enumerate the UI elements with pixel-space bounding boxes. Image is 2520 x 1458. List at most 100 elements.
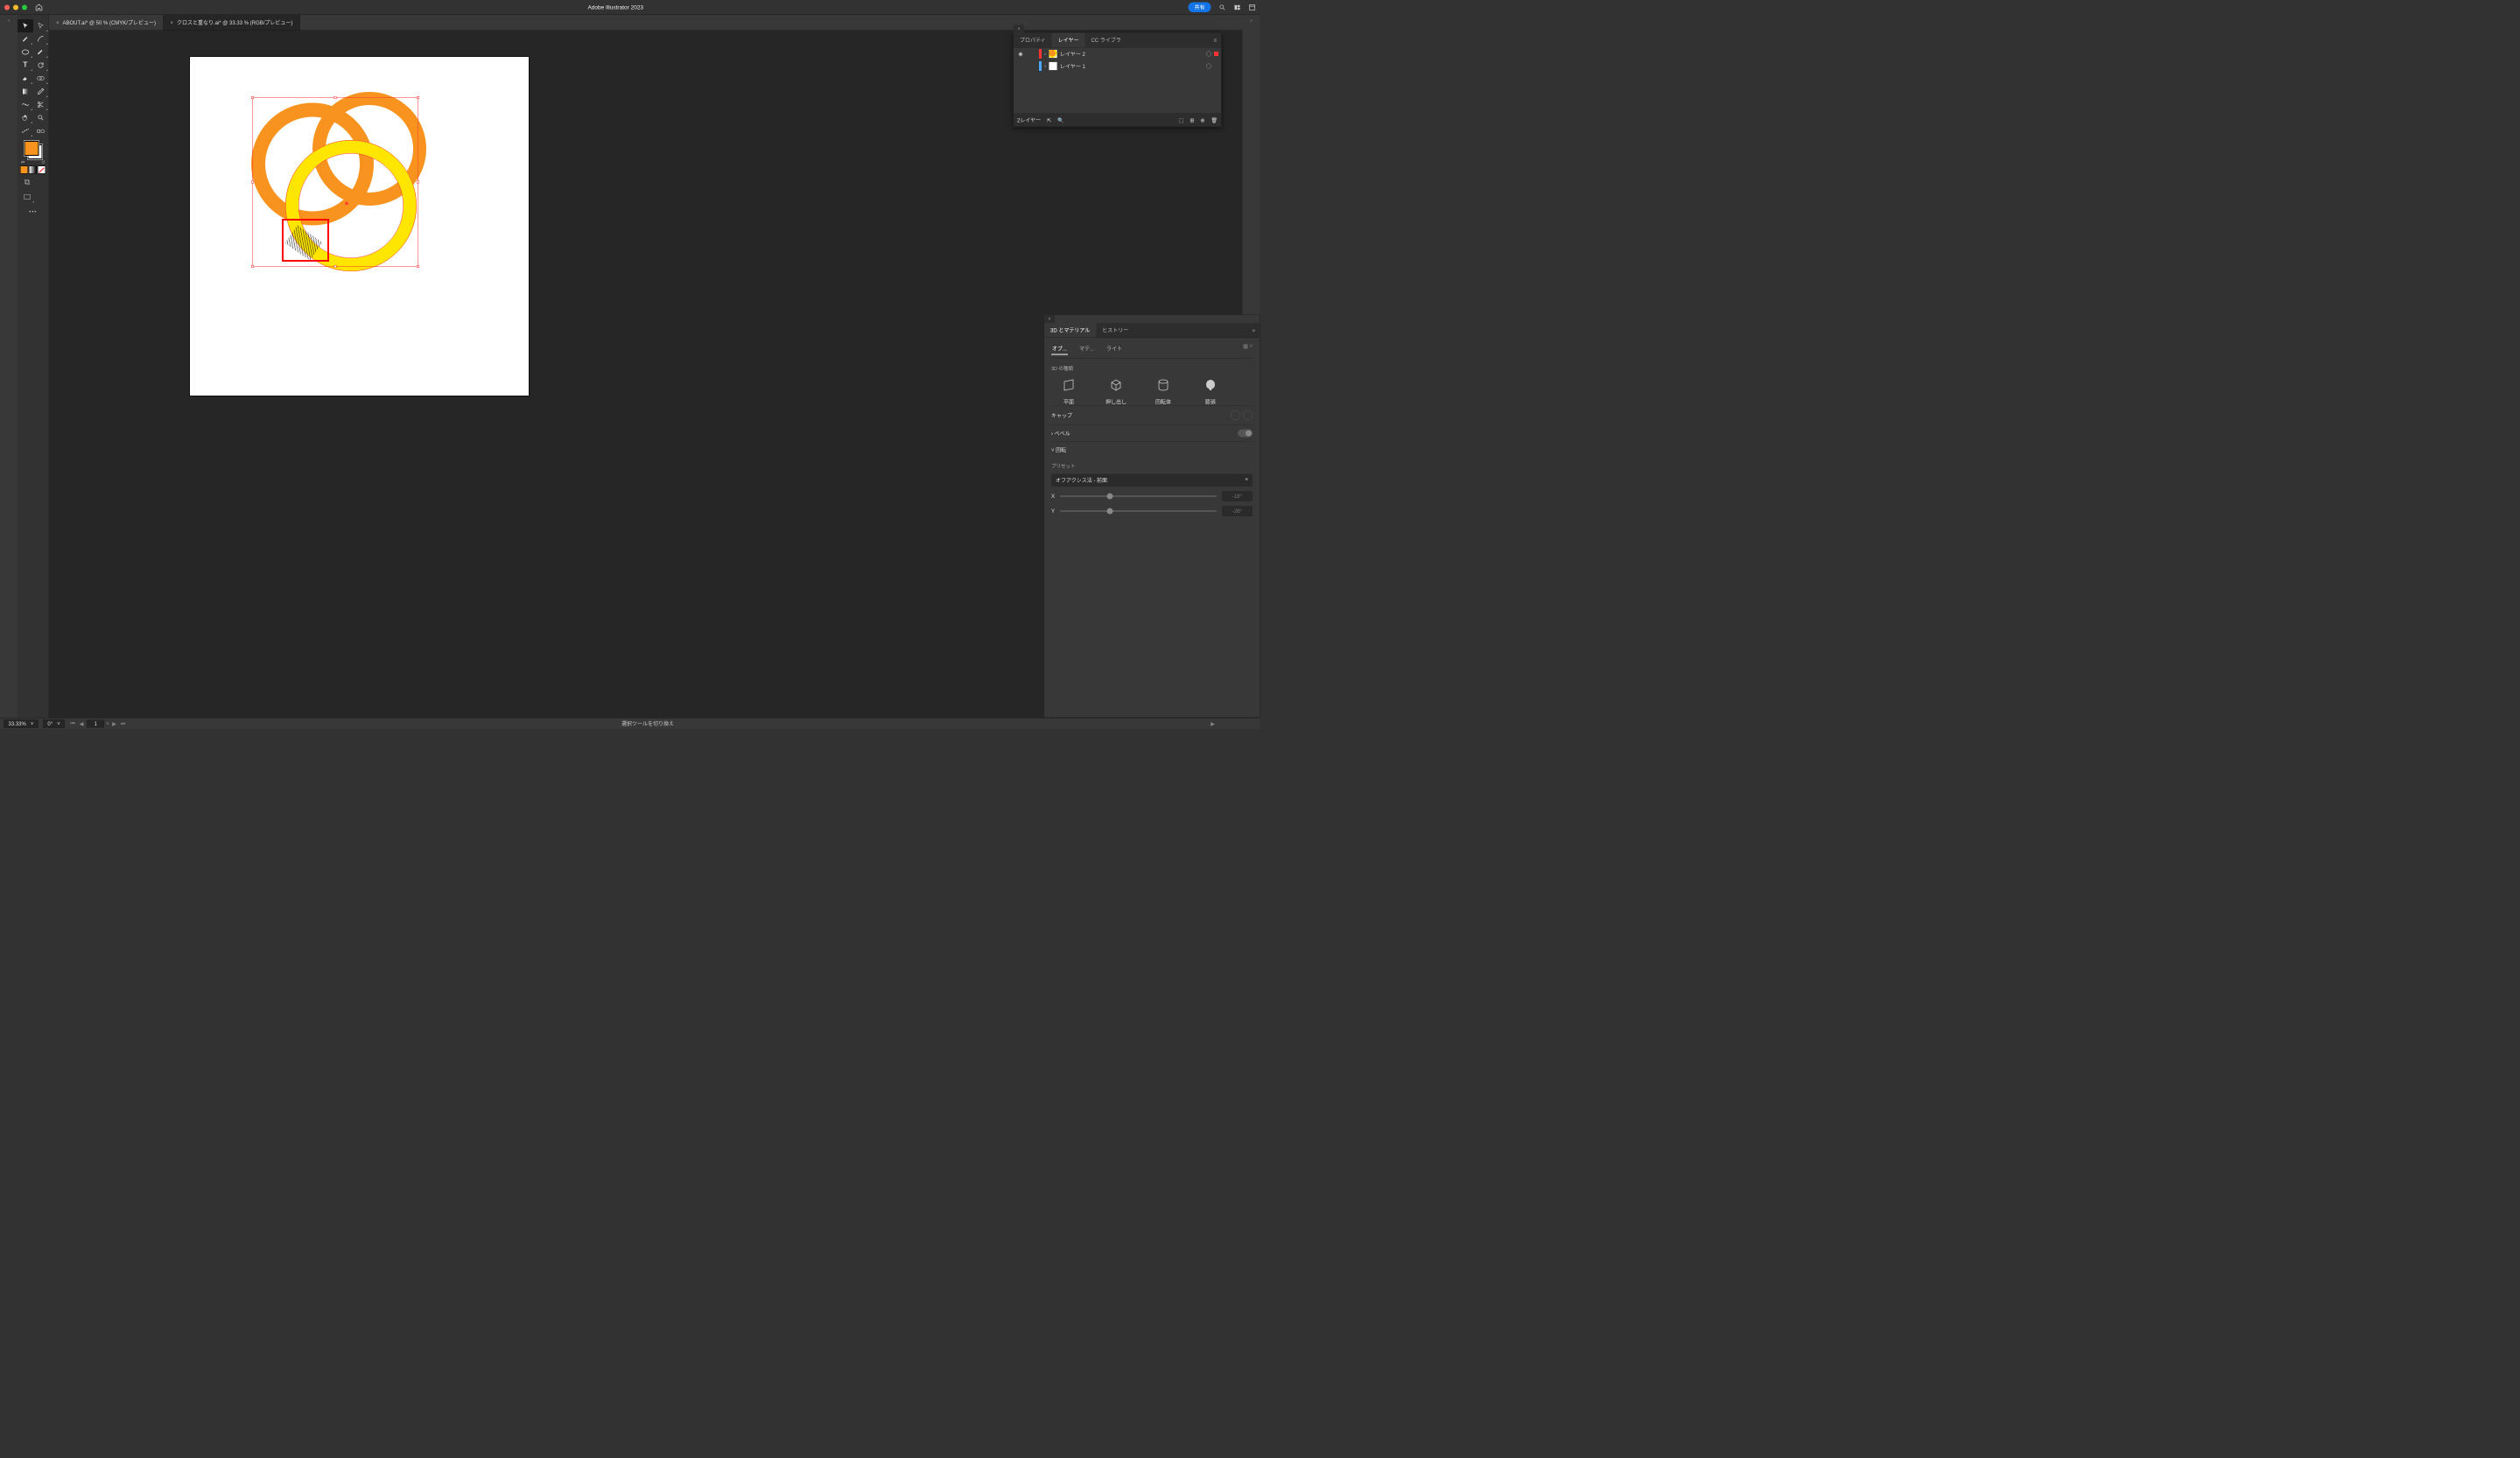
paintbrush-tool[interactable]	[33, 46, 49, 59]
panel-tab-history[interactable]: ヒストリー	[1096, 323, 1134, 338]
panel-menu-icon[interactable]: »	[1248, 323, 1260, 338]
toolbar: T ⇄↺ •••	[18, 15, 49, 718]
document-tabs: ×ABOUT.ai* @ 50 % (CMYK/プレビュー) ×クロスと重なり.…	[49, 15, 1243, 31]
type-revolve[interactable]: 回転体	[1146, 376, 1181, 406]
new-sublayer-icon[interactable]: ⊞	[1190, 117, 1194, 123]
target-icon[interactable]	[1206, 52, 1211, 57]
direct-selection-tool[interactable]	[33, 19, 49, 32]
app-title: Adobe Illustrator 2023	[43, 4, 1188, 11]
rotate-tool[interactable]	[33, 59, 49, 72]
type-extrude[interactable]: 押し出し	[1099, 376, 1134, 406]
type-plane[interactable]: 平面	[1051, 376, 1086, 406]
layer-row[interactable]: › レイヤー 1	[1014, 60, 1221, 73]
tab-label: ABOUT.ai* @ 50 % (CMYK/プレビュー)	[63, 19, 156, 27]
axis-x[interactable]: X-18°	[1051, 491, 1253, 501]
bevel-option[interactable]: › ベベル	[1051, 424, 1253, 442]
status-expand-icon[interactable]: ▶	[1211, 720, 1215, 726]
export-icon[interactable]: ⇱	[1047, 117, 1051, 123]
window-controls	[4, 4, 27, 10]
fill-stroke-swatch[interactable]	[24, 141, 42, 159]
render-icon[interactable]: ▦ ˅	[1243, 343, 1253, 355]
artboard	[190, 57, 529, 396]
collapse-icon[interactable]: «	[0, 18, 18, 25]
new-layer-icon[interactable]: ⊕	[1200, 117, 1204, 123]
expand-icon[interactable]: ›	[1044, 51, 1046, 57]
clip-mask-icon[interactable]: ⬚	[1179, 117, 1184, 123]
width-tool[interactable]	[18, 98, 33, 111]
section-label: 3D の種類	[1051, 365, 1253, 372]
blend-tool[interactable]	[33, 124, 49, 137]
statusbar: 33.33%˅ 0°˅ ⏮ ◀ 1 ˅ ▶ ⏭ 選択ツールを切り換え ▶	[0, 718, 1260, 729]
doc-tab-2[interactable]: × クロスと重なり.ai* @ 33.33 % (RGB/プレビュー)	[163, 15, 299, 31]
eyedropper-tool[interactable]	[33, 85, 49, 98]
color-mode-gradient[interactable]	[29, 166, 37, 174]
symbol-sprayer-tool[interactable]	[18, 124, 33, 137]
artboard-number[interactable]: 1	[87, 719, 104, 727]
arrange-docs-icon[interactable]	[1234, 4, 1241, 11]
panel-tab-properties[interactable]: プロパティ	[1014, 33, 1052, 48]
subtab-material[interactable]: マテ...	[1078, 343, 1095, 355]
materials-panel: × 3D とマテリアル ヒストリー » オブ... マテ... ライト ▦ ˅ …	[1044, 315, 1260, 718]
selection-indicator	[1214, 52, 1218, 56]
cap-option: キャップ	[1051, 406, 1253, 425]
prev-artboard-icon[interactable]: ◀	[78, 720, 85, 727]
type-inflate[interactable]: 膨張	[1193, 376, 1228, 406]
scissors-tool[interactable]	[33, 98, 49, 111]
curvature-tool[interactable]	[33, 32, 49, 46]
hand-tool[interactable]	[18, 111, 33, 124]
expand-icon[interactable]: ›	[1044, 63, 1046, 69]
color-mode-row	[18, 165, 49, 175]
zoom-tool[interactable]	[33, 111, 49, 124]
delete-layer-icon[interactable]: 🗑	[1211, 117, 1218, 123]
workspace-icon[interactable]	[1249, 4, 1256, 11]
minimize-window[interactable]	[13, 4, 18, 10]
last-artboard-icon[interactable]: ⏭	[120, 720, 127, 727]
panel-tab-3d[interactable]: 3D とマテリアル	[1044, 323, 1096, 338]
preset-select[interactable]: オフアクシス法 - 前面˅	[1051, 474, 1253, 487]
visibility-toggle-icon[interactable]: ◉	[1016, 51, 1025, 57]
selection-tool[interactable]	[18, 19, 33, 32]
next-artboard-icon[interactable]: ▶	[111, 720, 118, 727]
panel-close-icon[interactable]: ×	[1014, 25, 1024, 33]
layer-row[interactable]: ◉ › レイヤー 2	[1014, 48, 1221, 60]
pen-tool[interactable]	[18, 32, 33, 46]
screen-mode[interactable]	[19, 191, 35, 204]
rotate-select[interactable]: 0°˅	[43, 719, 65, 728]
close-tab-icon[interactable]: ×	[56, 19, 60, 25]
gradient-tool[interactable]	[18, 85, 33, 98]
target-icon[interactable]	[1206, 64, 1211, 69]
eraser-tool[interactable]	[18, 72, 33, 85]
search-icon[interactable]	[1219, 4, 1226, 11]
locate-icon[interactable]: 🔍	[1057, 117, 1063, 123]
tab-label: クロスと重なり.ai* @ 33.33 % (RGB/プレビュー)	[177, 19, 292, 27]
shape-builder-tool[interactable]	[33, 72, 49, 85]
cap-on-icon[interactable]	[1231, 410, 1240, 420]
doc-tab-1[interactable]: ×ABOUT.ai* @ 50 % (CMYK/プレビュー)	[49, 15, 163, 31]
close-window[interactable]	[4, 4, 10, 10]
first-artboard-icon[interactable]: ⏮	[69, 720, 76, 727]
subtab-light[interactable]: ライト	[1106, 343, 1123, 355]
left-panel-rail[interactable]: «	[0, 15, 18, 718]
rotation-section[interactable]: ˅ 回転	[1051, 442, 1253, 459]
cap-off-icon[interactable]	[1243, 410, 1253, 420]
close-tab-icon[interactable]: ×	[170, 19, 173, 25]
color-mode-none[interactable]	[38, 166, 46, 174]
color-mode-solid[interactable]	[20, 166, 28, 174]
panel-tab-cclibraries[interactable]: CC ライブラ	[1085, 33, 1127, 48]
axis-y[interactable]: Y-26°	[1051, 506, 1253, 516]
subtab-object[interactable]: オブ...	[1051, 343, 1068, 355]
edit-toolbar-icon[interactable]: •••	[18, 205, 49, 215]
home-icon[interactable]	[35, 4, 43, 11]
ellipse-tool[interactable]	[18, 46, 33, 59]
bevel-toggle[interactable]	[1238, 430, 1253, 438]
maximize-window[interactable]	[22, 4, 27, 10]
layers-panel: × プロパティ レイヤー CC ライブラ ≡ ◉ › レイヤー 2 › レイヤー…	[1014, 32, 1222, 127]
zoom-select[interactable]: 33.33%˅	[4, 719, 39, 728]
panel-close-icon[interactable]: ×	[1044, 315, 1055, 323]
panel-menu-icon[interactable]: ≡	[1209, 33, 1221, 48]
panel-tab-layers[interactable]: レイヤー	[1052, 33, 1085, 48]
type-tool[interactable]: T	[18, 59, 33, 72]
layer-count: 2レイヤー	[1017, 116, 1041, 124]
draw-mode-normal[interactable]	[19, 176, 35, 189]
share-button[interactable]: 共有	[1188, 3, 1211, 13]
